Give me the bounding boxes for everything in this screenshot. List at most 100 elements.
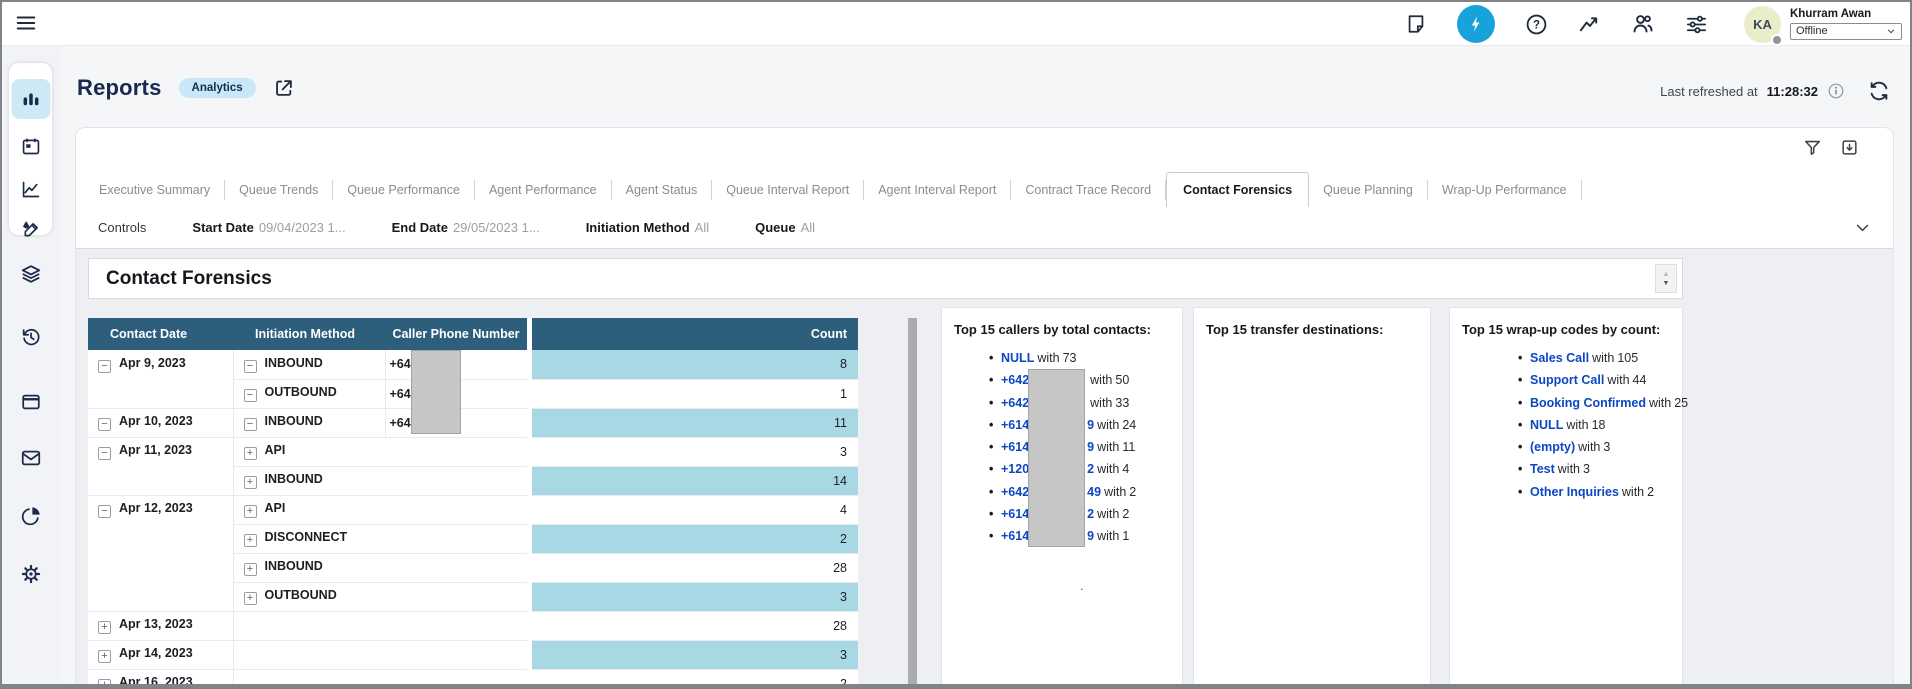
- hamburger-menu-icon[interactable]: [15, 12, 37, 34]
- filter-initiation-method[interactable]: Initiation MethodAll: [586, 220, 709, 235]
- filter-end-date[interactable]: End Date29/05/2023 1...: [392, 220, 540, 235]
- wrapup-link[interactable]: Sales Call: [1530, 351, 1589, 365]
- col-caller-phone: Caller Phone Number: [385, 318, 527, 350]
- collapse-toggle[interactable]: −: [98, 505, 111, 518]
- wrapup-link[interactable]: NULL: [1530, 418, 1563, 432]
- tab-contact-forensics[interactable]: Contact Forensics: [1166, 172, 1309, 207]
- sidebar-item-workspace[interactable]: [11, 382, 51, 422]
- note-icon[interactable]: [1405, 13, 1427, 35]
- section-header: Contact Forensics ▲ ▼: [88, 258, 1683, 299]
- metrics-chart-icon[interactable]: [1578, 13, 1601, 36]
- reports-card: Executive Summary Queue Trends Queue Per…: [75, 127, 1894, 689]
- collapse-toggle[interactable]: +: [98, 621, 111, 634]
- wrapup-item: Support Callwith44: [1530, 369, 1682, 391]
- collapse-toggle[interactable]: −: [244, 418, 257, 431]
- calendar-icon: [20, 136, 41, 157]
- users-icon[interactable]: [1631, 12, 1655, 36]
- panel-title: Top 15 callers by total contacts:: [942, 308, 1182, 344]
- section-stepper: ▲ ▼: [1655, 264, 1677, 293]
- count-cell: 2: [532, 524, 858, 553]
- table-row: +Apr 16, 2023 2: [88, 669, 858, 689]
- stepper-up-icon[interactable]: ▲: [1663, 271, 1670, 278]
- user-name: Khurram Awan: [1790, 8, 1902, 20]
- info-icon[interactable]: [1827, 82, 1845, 100]
- wrapup-link[interactable]: (empty): [1530, 440, 1575, 454]
- table-row: −Apr 12, 2023 +API 4: [88, 495, 858, 524]
- wrapup-link[interactable]: Support Call: [1530, 373, 1604, 387]
- sidebar-item-reports[interactable]: [11, 79, 50, 119]
- collapse-toggle[interactable]: +: [244, 476, 257, 489]
- collapse-toggle[interactable]: +: [244, 563, 257, 576]
- help-icon[interactable]: ?: [1525, 13, 1548, 36]
- collapse-toggle[interactable]: +: [98, 650, 111, 663]
- caller-link[interactable]: NULL: [1001, 351, 1034, 365]
- tab-queue-interval-report[interactable]: Queue Interval Report: [712, 180, 864, 200]
- sidebar-item-schedule[interactable]: [11, 126, 50, 166]
- filter-queue[interactable]: QueueAll: [755, 220, 815, 235]
- lightning-icon[interactable]: [1457, 5, 1495, 43]
- collapse-toggle[interactable]: +: [244, 592, 257, 605]
- count-cell: 2: [532, 669, 858, 689]
- sidebar-item-messages[interactable]: [11, 438, 51, 478]
- table-row: +Apr 13, 2023 28: [88, 611, 858, 640]
- redacted-phone-block: [411, 350, 461, 434]
- app-window: ? KA Khurram Awan Offline: [0, 0, 1912, 689]
- col-contact-date: Contact Date: [88, 318, 233, 350]
- filter-icon[interactable]: [1803, 138, 1822, 157]
- count-cell: 3: [532, 437, 858, 466]
- sidebar-item-routing[interactable]: [11, 254, 51, 294]
- collapse-toggle[interactable]: +: [244, 505, 257, 518]
- sidebar-item-analytics[interactable]: [11, 169, 50, 209]
- avatar[interactable]: KA: [1744, 6, 1781, 43]
- sidebar-item-settings[interactable]: [11, 554, 51, 594]
- gear-icon: [20, 563, 42, 585]
- panel-title: Top 15 wrap-up codes by count:: [1450, 308, 1682, 344]
- tab-executive-summary[interactable]: Executive Summary: [85, 180, 225, 200]
- tab-queue-trends[interactable]: Queue Trends: [225, 180, 333, 200]
- wrapup-link[interactable]: Test: [1530, 462, 1555, 476]
- stepper-down-icon[interactable]: ▼: [1663, 280, 1670, 287]
- avatar-initials: KA: [1753, 17, 1772, 32]
- collapse-toggle[interactable]: +: [244, 534, 257, 547]
- collapse-toggle[interactable]: −: [98, 418, 111, 431]
- table-header-row: Contact Date Initiation Method Caller Ph…: [88, 318, 858, 350]
- open-external-icon[interactable]: [273, 77, 295, 99]
- sliders-icon[interactable]: [1685, 13, 1708, 36]
- tab-agent-interval-report[interactable]: Agent Interval Report: [864, 180, 1011, 200]
- collapse-toggle[interactable]: −: [98, 360, 111, 373]
- refresh-icon[interactable]: [1868, 80, 1890, 102]
- status-select-value: Offline: [1796, 25, 1828, 37]
- filter-start-date[interactable]: Start Date09/04/2023 1...: [192, 220, 345, 235]
- sidebar-item-design[interactable]: [11, 209, 50, 249]
- wrapup-item: NULLwith18: [1530, 414, 1682, 436]
- wrapup-link[interactable]: Other Inquiries: [1530, 485, 1619, 499]
- table-row: −OUTBOUND +642 1: [88, 379, 858, 408]
- tab-queue-planning[interactable]: Queue Planning: [1309, 180, 1428, 200]
- count-cell: 28: [532, 553, 858, 582]
- mail-icon: [20, 447, 42, 469]
- section-title: Contact Forensics: [89, 259, 1682, 290]
- collapse-toggle[interactable]: −: [244, 360, 257, 373]
- count-cell: 4: [532, 495, 858, 524]
- tab-agent-status[interactable]: Agent Status: [612, 180, 713, 200]
- sidebar-item-history[interactable]: [11, 317, 51, 357]
- collapse-toggle[interactable]: +: [98, 679, 111, 689]
- tab-contract-trace-record[interactable]: Contract Trace Record: [1011, 180, 1166, 200]
- sidebar-item-insights[interactable]: [11, 496, 51, 536]
- controls-bar: Controls Start Date09/04/2023 1... End D…: [76, 207, 1893, 249]
- collapse-toggle[interactable]: +: [244, 447, 257, 460]
- table-scrollbar[interactable]: [908, 318, 917, 689]
- tab-queue-performance[interactable]: Queue Performance: [333, 180, 475, 200]
- collapse-toggle[interactable]: −: [98, 447, 111, 460]
- controls-collapse-icon[interactable]: [1854, 219, 1871, 236]
- footnote-dot: .: [1080, 579, 1083, 593]
- panel-wrapup-codes: Top 15 wrap-up codes by count: Sales Cal…: [1449, 307, 1683, 689]
- download-icon[interactable]: [1840, 138, 1859, 157]
- page-title: Reports: [77, 75, 162, 101]
- tab-wrap-up-performance[interactable]: Wrap-Up Performance: [1428, 180, 1582, 200]
- wrapup-link[interactable]: Booking Confirmed: [1530, 396, 1646, 410]
- collapse-toggle[interactable]: −: [244, 389, 257, 402]
- col-count: Count: [532, 318, 858, 350]
- tab-agent-performance[interactable]: Agent Performance: [475, 180, 612, 200]
- status-select[interactable]: Offline: [1790, 23, 1902, 40]
